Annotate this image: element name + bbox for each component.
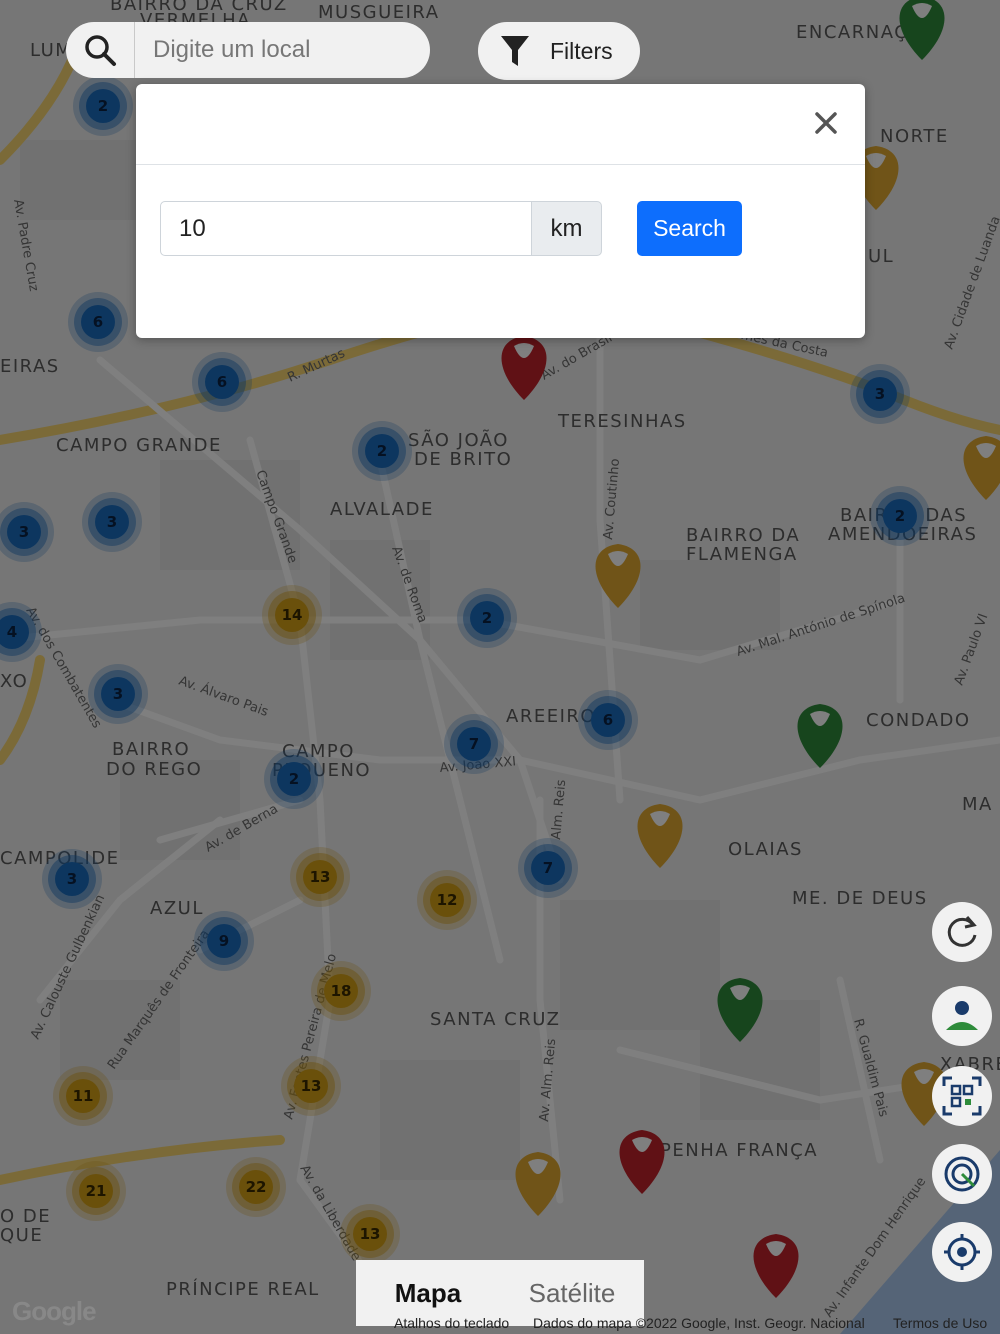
user-button[interactable] [932,986,992,1046]
distance-search-modal: km Search [136,84,865,338]
qr-code-icon [942,1076,982,1116]
search-icon[interactable] [66,22,135,78]
crosshair-icon [944,1234,980,1270]
terms-link[interactable]: Termos de Uso [893,1315,987,1331]
location-search-bar[interactable] [66,22,430,78]
funnel-icon [500,34,530,68]
filters-label: Filters [550,37,613,64]
refresh-button[interactable] [932,902,992,962]
location-search-input[interactable] [135,35,415,65]
radius-button[interactable] [932,1144,992,1204]
distance-input-group: km [160,201,602,256]
distance-input[interactable] [160,201,532,256]
keyboard-shortcuts-link[interactable]: Atalhos do teclado [394,1315,509,1331]
distance-unit-addon: km [532,201,602,256]
user-icon [946,1001,978,1030]
close-icon[interactable] [809,106,843,140]
refresh-icon [947,916,977,947]
modal-header [136,84,865,165]
map-footer: Atalhos do teclado Dados do mapa ©2022 G… [0,1312,1000,1334]
filters-button[interactable]: Filters [478,22,640,80]
qr-scan-button[interactable] [932,1066,992,1126]
map-data-attribution: Dados do mapa ©2022 Google, Inst. Geogr.… [533,1315,865,1331]
my-location-button[interactable] [932,1222,992,1282]
search-button[interactable]: Search [637,201,742,256]
radar-icon [944,1156,980,1192]
